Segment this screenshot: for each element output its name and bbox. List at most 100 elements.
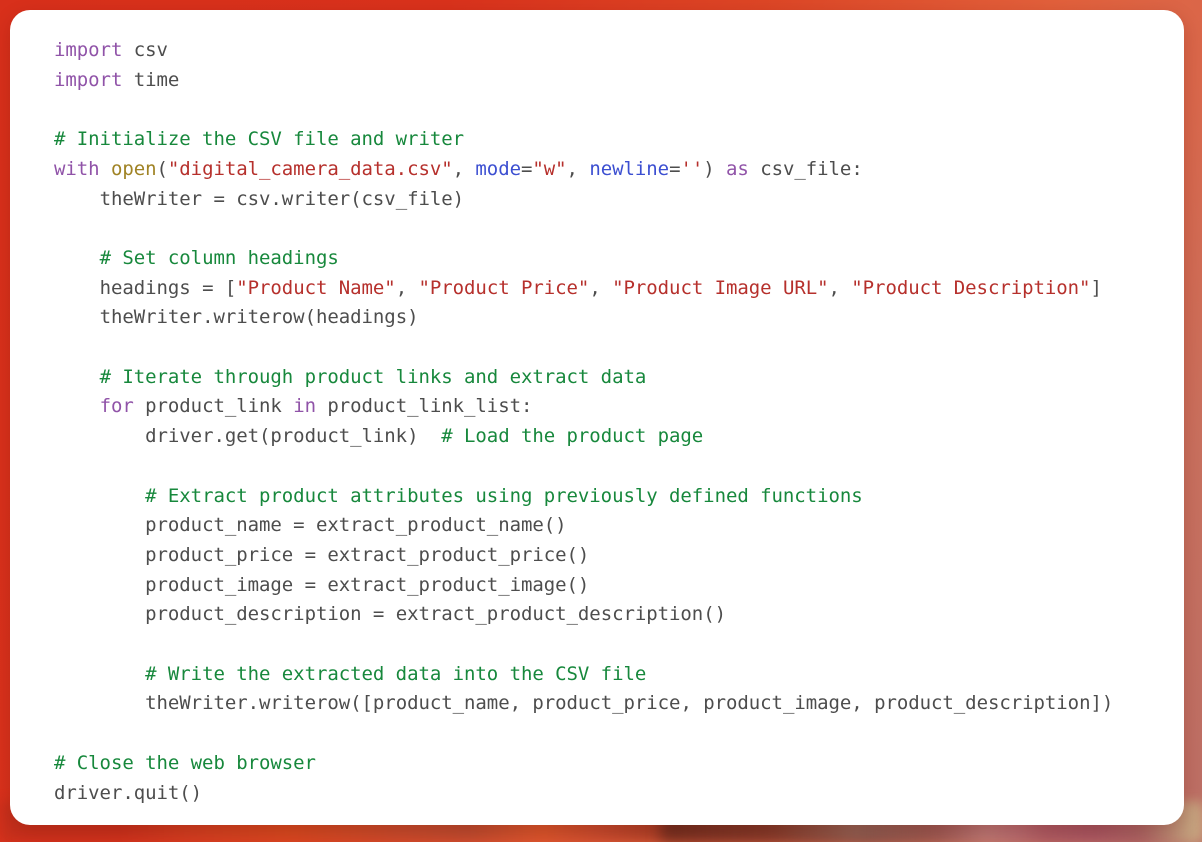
token-comment: # Iterate through product links and extr… xyxy=(99,365,647,388)
token-keyword: import xyxy=(54,39,123,61)
token-string: "digital_camera_data.csv" xyxy=(167,157,453,180)
token-punct: , xyxy=(851,692,875,715)
token-punct: ) xyxy=(452,187,465,210)
code-line: driver.quit() xyxy=(54,779,1184,809)
token-keyword: in xyxy=(293,395,316,418)
token-identifier: headings xyxy=(99,276,191,299)
token-punct: () xyxy=(566,573,590,596)
token-punct: , xyxy=(395,276,419,299)
token-keyword: for xyxy=(99,395,134,418)
token-string: "Product Price" xyxy=(418,276,590,299)
token-identifier: product_link_list xyxy=(327,395,521,418)
token-identifier: product_description xyxy=(145,603,362,626)
code-line: product_name = extract_product_name() xyxy=(145,514,567,537)
token-string: '' xyxy=(680,157,704,180)
token-identifier: product_image xyxy=(703,692,852,715)
token-identifier: csv.writer xyxy=(236,187,351,210)
token-punct: ] xyxy=(1090,276,1102,299)
token-punct: ( xyxy=(350,187,362,210)
token-identifier: time xyxy=(133,68,180,91)
token-kwarg: newline xyxy=(589,157,670,180)
code-line: with open("digital_camera_data.csv", mod… xyxy=(54,155,1184,185)
token-comment: # Load the product page xyxy=(441,425,704,448)
code-line: theWriter = csv.writer(csv_file) xyxy=(99,187,465,210)
token-string: "Product Image URL" xyxy=(612,276,829,299)
code-snippet-screenshot: import csv import time # Initialize the C… xyxy=(0,0,1202,842)
token-punct: ( xyxy=(259,425,271,448)
code-line: for product_link in product_link_list: xyxy=(54,392,1184,422)
token-punct: , xyxy=(680,692,704,715)
token-identifier: product_name xyxy=(372,692,510,715)
token-identifier: headings xyxy=(315,306,408,329)
token-punct: ) xyxy=(407,425,419,448)
token-identifier: theWriter.writerow xyxy=(145,692,351,715)
code-line: product_price = extract_product_price() xyxy=(145,543,590,566)
token-identifier: extract_product_image xyxy=(327,573,567,596)
code-card: import csv import time # Initialize the C… xyxy=(10,10,1184,825)
token-punct: : xyxy=(520,395,533,418)
code-line: # Close the web browser xyxy=(54,749,1184,779)
token-comment: # Set column headings xyxy=(99,246,339,269)
token-identifier: product_price xyxy=(145,543,294,566)
token-identifier: csv xyxy=(133,39,168,61)
token-punct: , xyxy=(828,276,852,299)
token-comment: # Write the extracted data into the CSV … xyxy=(145,662,647,685)
token-punct: : xyxy=(851,157,863,180)
token-kwarg: mode xyxy=(475,157,521,180)
token-punct: ([ xyxy=(350,692,373,715)
token-identifier: product_description xyxy=(874,692,1091,715)
token-identifier: driver.quit xyxy=(54,781,180,804)
token-identifier: driver.get xyxy=(145,425,260,448)
token-keyword: import xyxy=(54,68,123,91)
token-punct: , xyxy=(566,157,590,180)
code-line: # Set column headings xyxy=(54,244,1184,274)
code-line: # Initialize the CSV file and writer xyxy=(54,125,1184,155)
token-punct: = xyxy=(520,157,533,180)
code-line: product_description = extract_product_de… xyxy=(145,603,726,626)
code-line: theWriter.writerow(headings) xyxy=(54,303,1184,333)
token-comment: # Extract product attributes using previ… xyxy=(145,484,863,507)
token-punct: , xyxy=(452,157,476,180)
token-identifier: extract_product_description xyxy=(395,603,704,626)
token-punct: () xyxy=(703,603,726,626)
code-line: # Iterate through product links and extr… xyxy=(54,363,1184,393)
token-punct: () xyxy=(566,543,590,566)
token-comment: # Initialize the CSV file and writer xyxy=(54,128,465,151)
code-line: import time xyxy=(54,66,1184,96)
code-line: # Write the extracted data into the CSV … xyxy=(54,660,1184,690)
code-line: import csv xyxy=(54,36,1184,66)
code-line: # Extract product attributes using previ… xyxy=(54,482,1184,512)
code-line: driver.get(product_link) # Load the prod… xyxy=(54,422,1184,452)
token-identifier: product_name xyxy=(145,514,282,537)
token-identifier: theWriter.writerow xyxy=(99,306,305,329)
token-string: "w" xyxy=(532,157,567,180)
token-string: "Product Description" xyxy=(851,276,1091,299)
code-block[interactable]: import csv import time # Initialize the C… xyxy=(10,10,1184,808)
token-identifier: csv_file xyxy=(760,157,852,180)
token-identifier: extract_product_name xyxy=(315,514,544,537)
token-identifier: extract_product_price xyxy=(327,543,567,566)
token-identifier: csv_file xyxy=(361,187,453,210)
token-punct: , xyxy=(589,276,613,299)
token-comment: # Close the web browser xyxy=(54,751,316,774)
token-punct: ]) xyxy=(1090,692,1114,715)
token-punct: () xyxy=(179,781,203,804)
token-identifier: product_image xyxy=(145,573,294,596)
code-line: headings = ["Product Name", "Product Pri… xyxy=(99,276,1102,299)
token-builtin: open xyxy=(110,157,157,180)
token-punct: = xyxy=(669,157,681,180)
token-punct: () xyxy=(543,514,567,537)
token-punct: ( xyxy=(156,157,168,180)
token-keyword: with xyxy=(54,157,100,180)
code-line: theWriter.writerow([product_name, produc… xyxy=(54,689,1184,719)
token-punct: ( xyxy=(304,306,316,329)
token-punct: , xyxy=(509,692,533,715)
token-punct: ) xyxy=(703,157,727,180)
token-identifier: product_link xyxy=(270,425,408,448)
